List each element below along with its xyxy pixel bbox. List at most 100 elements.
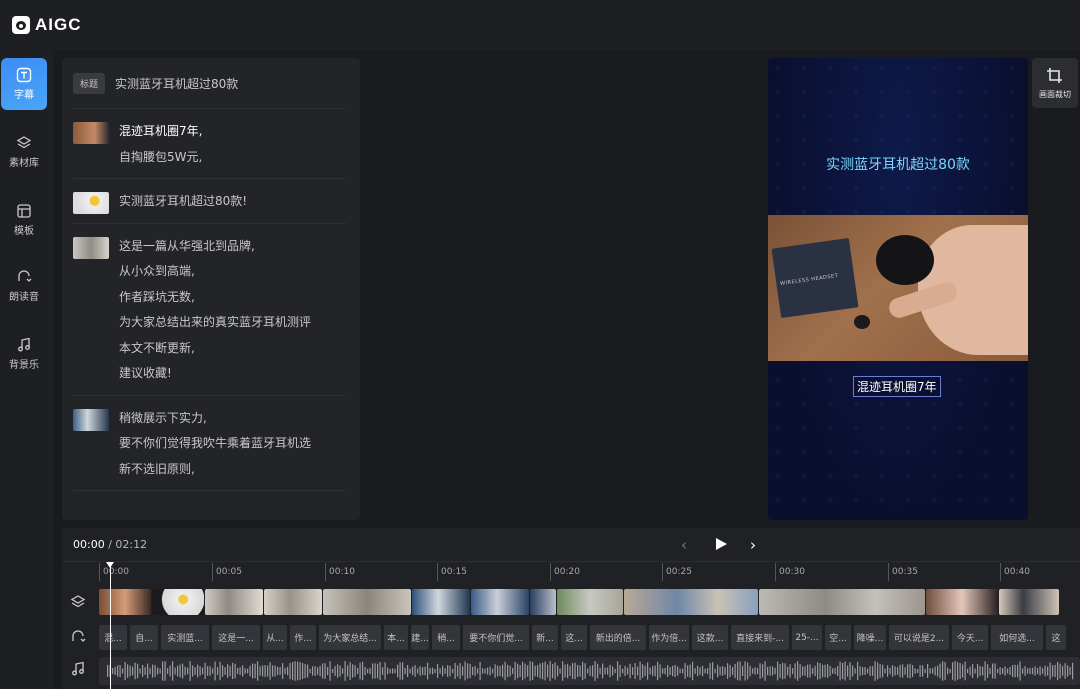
voice-chip[interactable]: 直接来到-... [731, 625, 789, 650]
waveform-bar [872, 666, 874, 676]
waveform-bar [1022, 668, 1024, 674]
video-preview[interactable]: 实测蓝牙耳机超过80款 WIRELESS HEADSET 混迹耳机圈7年 [768, 58, 1028, 520]
subtitle-line[interactable]: 作者踩坑无数, [119, 285, 311, 311]
voice-chip[interactable]: 建... [411, 625, 429, 650]
voice-chip[interactable]: 这... [561, 625, 587, 650]
voice-chip[interactable]: 这是一... [212, 625, 260, 650]
video-clip[interactable] [412, 589, 470, 615]
subtitle-line[interactable]: 新不选旧原则, [119, 457, 311, 483]
subtitle-group[interactable]: 这是一篇从华强北到品牌, 从小众到高端, 作者踩坑无数, 为大家总结出来的真实蓝… [73, 224, 346, 396]
sidebar-item-templates[interactable]: 模板 [1, 194, 47, 246]
video-clip[interactable] [323, 589, 411, 615]
voice-chip[interactable]: 本... [384, 625, 408, 650]
video-clip[interactable] [926, 589, 998, 615]
video-clip[interactable] [624, 589, 758, 615]
time-ruler[interactable]: 00:00 00:05 00:10 00:15 00:20 00:25 00:3… [62, 563, 1080, 581]
voice-chip[interactable]: 作为倍... [649, 625, 689, 650]
waveform-bar [884, 668, 886, 674]
waveform-bar [1037, 668, 1039, 674]
voice-chip[interactable]: 实测蓝... [161, 625, 209, 650]
video-clip[interactable] [759, 589, 925, 615]
waveform-bar [972, 664, 974, 678]
voice-chip[interactable]: 从... [263, 625, 287, 650]
chevron-right-icon[interactable]: › [750, 536, 756, 554]
subtitle-line[interactable]: 实测蓝牙耳机超过80款! [119, 189, 247, 215]
voice-chip[interactable]: 自... [130, 625, 158, 650]
voice-chip[interactable]: 新... [532, 625, 558, 650]
subtitle-line[interactable]: 稍微展示下实力, [119, 406, 311, 432]
voice-chip[interactable]: 如何选... [991, 625, 1043, 650]
waveform-bar [562, 661, 564, 681]
playhead[interactable] [106, 562, 114, 689]
video-clip[interactable] [205, 589, 263, 615]
voice-chip[interactable]: 25-... [792, 625, 822, 650]
waveform-bar [839, 661, 841, 681]
chevron-left-icon[interactable]: ‹ [681, 536, 687, 554]
voice-chip[interactable]: 为大家总结... [319, 625, 381, 650]
sidebar-item-materials[interactable]: 素材库 [1, 126, 47, 178]
waveform-bar [414, 665, 416, 677]
waveform-bar [242, 665, 244, 677]
video-clip[interactable] [264, 589, 322, 615]
waveform-bar [357, 667, 359, 675]
subtitle-group[interactable]: 实测蓝牙耳机超过80款! [73, 179, 346, 224]
voice-chip[interactable]: 今天... [952, 625, 988, 650]
voice-chip[interactable]: 稍... [432, 625, 460, 650]
sidebar-item-music[interactable]: 背景乐 [1, 328, 47, 380]
waveform-bar [714, 668, 716, 674]
subtitle-line[interactable]: 这是一篇从华强北到品牌, [119, 234, 311, 260]
video-clip[interactable] [999, 589, 1059, 615]
waveform-bar [402, 662, 404, 680]
title-text[interactable]: 实测蓝牙耳机超过80款 [115, 75, 238, 92]
crop-button[interactable]: 画面裁切 [1032, 58, 1078, 108]
subtitle-line[interactable]: 从小众到高端, [119, 259, 311, 285]
sidebar-item-subtitles[interactable]: 字幕 [1, 58, 47, 110]
subtitle-line[interactable]: 本文不断更新, [119, 336, 311, 362]
waveform-bar [407, 665, 409, 677]
waveform-bar [727, 663, 729, 679]
voice-chip[interactable]: 新出的倍... [590, 625, 646, 650]
subtitle-group[interactable]: 稍微展示下实力, 要不你们觉得我吹牛乘着蓝牙耳机选 新不选旧原则, [73, 396, 346, 491]
subtitle-line[interactable]: 混迹耳机圈7年, [119, 119, 202, 145]
voice-chip[interactable]: 这 [1046, 625, 1066, 650]
video-clip[interactable] [530, 589, 556, 615]
video-clip[interactable] [152, 589, 204, 615]
waveform-bar [417, 668, 419, 674]
preview-title[interactable]: 实测蓝牙耳机超过80款 [768, 154, 1028, 174]
voice-chip[interactable]: 这款... [692, 625, 728, 650]
subtitle-line[interactable]: 自掏腰包5W元, [119, 145, 202, 171]
waveform-bar [237, 667, 239, 675]
waveform-bar [589, 666, 591, 676]
video-clip[interactable] [99, 589, 151, 615]
voice-track[interactable]: 混... 自... 实测蓝... 这是一... 从... 作... 为大家总结.… [99, 625, 1080, 651]
waveform-bar [239, 667, 241, 675]
voice-chip[interactable]: 作... [290, 625, 316, 650]
preview-caption[interactable]: 混迹耳机圈7年 [853, 376, 941, 397]
video-clip[interactable] [471, 589, 529, 615]
video-track[interactable] [99, 589, 1080, 615]
voice-chip[interactable]: 可以说是2... [889, 625, 949, 650]
transport-bar: 00:00 / 02:12 ‹ › [62, 528, 1080, 562]
voice-chip[interactable]: 要不你们觉... [463, 625, 529, 650]
title-row[interactable]: 标题 实测蓝牙耳机超过80款 [73, 58, 346, 109]
play-icon[interactable] [714, 537, 728, 551]
waveform-bar [352, 664, 354, 678]
waveform-bar [759, 663, 761, 679]
waveform-bar [599, 667, 601, 675]
subtitle-line[interactable]: 建议收藏! [119, 361, 311, 387]
voice-chip[interactable]: 降噪... [854, 625, 886, 650]
waveform-bar [959, 662, 961, 680]
voice-chip[interactable]: 空... [825, 625, 851, 650]
subtitle-line[interactable]: 要不你们觉得我吹牛乘着蓝牙耳机选 [119, 431, 311, 457]
waveform-bar [757, 667, 759, 675]
subtitle-line[interactable]: 为大家总结出来的真实蓝牙耳机测评 [119, 310, 311, 336]
sidebar-item-voice[interactable]: 朗读音 [1, 260, 47, 312]
voice-chip[interactable]: 混... [99, 625, 127, 650]
waveform-bar [957, 662, 959, 680]
subtitle-group[interactable]: 混迹耳机圈7年, 自掏腰包5W元, [73, 109, 346, 179]
ruler-label: 00:05 [216, 567, 242, 577]
audio-track[interactable] [99, 657, 1080, 685]
waveform-bar [609, 664, 611, 678]
ruler-tick: 00:30 [775, 563, 805, 581]
video-clip[interactable] [557, 589, 623, 615]
